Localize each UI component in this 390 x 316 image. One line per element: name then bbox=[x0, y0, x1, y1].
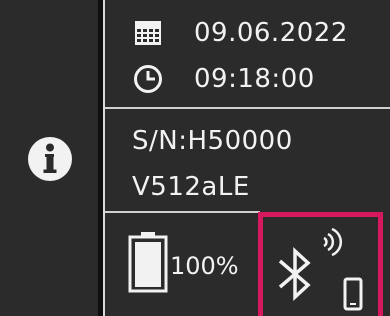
battery-percentage: 100% bbox=[170, 252, 239, 280]
calendar-icon bbox=[134, 20, 162, 50]
battery-icon bbox=[128, 231, 168, 297]
info-button[interactable] bbox=[27, 136, 73, 182]
panel-divider-line bbox=[103, 0, 105, 316]
side-panel bbox=[0, 0, 98, 316]
section-divider bbox=[105, 211, 260, 213]
bluetooth-connection-button[interactable] bbox=[258, 212, 383, 316]
status-screen: 09.06.2022 09:18:00 S/N:H50000 V512aLE 1… bbox=[0, 0, 390, 316]
section-divider bbox=[105, 107, 390, 109]
wireless-signal-icon bbox=[323, 227, 342, 257]
info-icon bbox=[28, 137, 72, 181]
bluetooth-icon bbox=[278, 247, 311, 301]
serial-number: S/N:H50000 bbox=[132, 126, 293, 156]
clock-icon bbox=[133, 64, 163, 98]
firmware-version: V512aLE bbox=[132, 172, 250, 202]
date-value: 09.06.2022 bbox=[194, 18, 348, 48]
time-value: 09:18:00 bbox=[194, 64, 315, 94]
phone-icon bbox=[343, 277, 363, 311]
